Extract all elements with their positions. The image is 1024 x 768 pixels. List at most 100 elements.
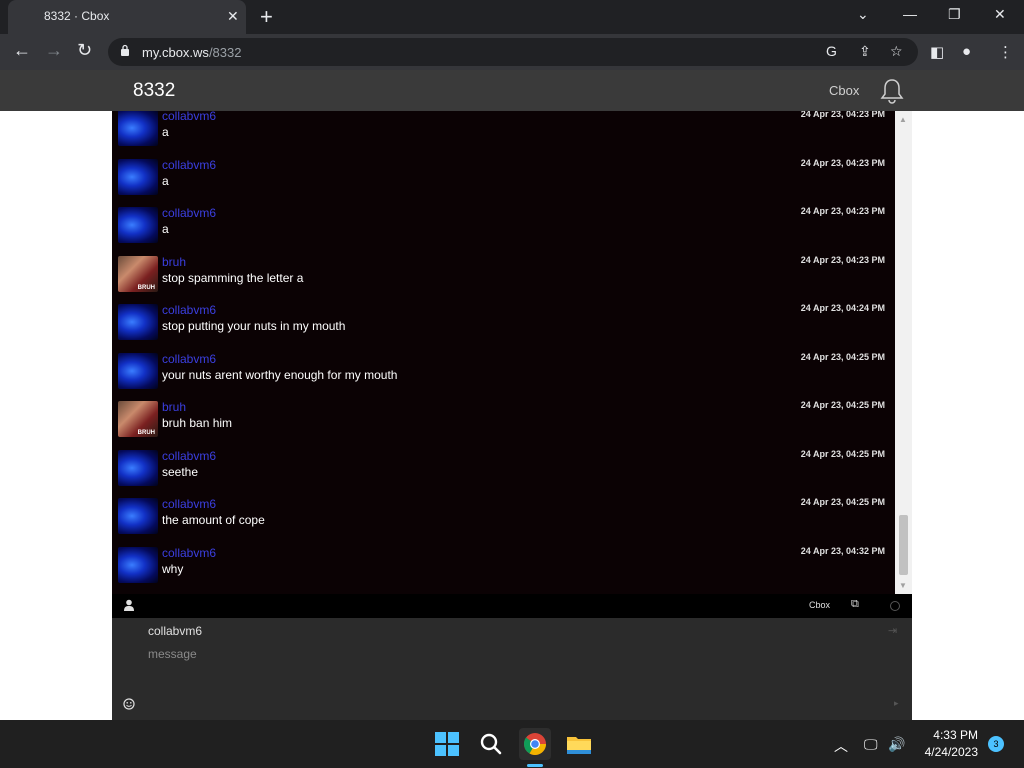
- send-arrow-icon[interactable]: ▸: [894, 698, 899, 709]
- tab-close-icon[interactable]: ✕: [227, 8, 239, 25]
- chat-message: BRUH bruh bruh ban him 24 Apr 23, 04:25 PM: [112, 400, 895, 448]
- emoji-icon[interactable]: [123, 698, 135, 710]
- message-timestamp: 24 Apr 23, 04:24 PM: [800, 303, 885, 313]
- avatar-caption: BRUH: [137, 430, 155, 436]
- chat-message: collabvm6 a 24 Apr 23, 04:23 PM: [112, 206, 895, 254]
- avatar[interactable]: [118, 111, 158, 146]
- page-title: 8332: [133, 80, 176, 101]
- message-text: your nuts arent worthy enough for my mou…: [162, 367, 398, 382]
- message-text: bruh ban him: [162, 416, 233, 430]
- new-tab-icon[interactable]: +: [260, 4, 273, 30]
- message-text: a: [162, 125, 169, 139]
- message-username[interactable]: collabvm6: [162, 546, 216, 560]
- chat-frame: collabvm6 a 24 Apr 23, 04:23 PM collabvm6 a 2…: [112, 111, 912, 720]
- avatar[interactable]: BRUH: [118, 401, 158, 437]
- message-username[interactable]: bruh: [162, 255, 186, 269]
- menu-kebab-icon[interactable]: ⋮: [998, 43, 1013, 61]
- cbox-footer-link[interactable]: Cbox: [809, 600, 830, 610]
- bookmark-star-icon[interactable]: ☆: [890, 43, 903, 60]
- message-timestamp: 24 Apr 23, 04:23 PM: [800, 206, 885, 216]
- notification-badge[interactable]: 3: [988, 736, 1004, 752]
- message-text: stop spamming the letter a: [162, 270, 304, 285]
- google-lens-icon[interactable]: G: [826, 43, 837, 59]
- forward-icon[interactable]: →: [45, 40, 63, 61]
- back-icon[interactable]: ←: [13, 40, 31, 61]
- message-text: a: [162, 173, 169, 188]
- active-app-indicator: [527, 764, 543, 767]
- chat-message: collabvm6 your nuts arent worthy enough f…: [112, 352, 895, 400]
- message-username[interactable]: collabvm6: [162, 303, 216, 317]
- file-explorer-icon[interactable]: [563, 728, 595, 760]
- message-username[interactable]: collabvm6: [162, 497, 216, 511]
- avatar[interactable]: [118, 546, 158, 583]
- message-timestamp: 24 Apr 23, 04:23 PM: [800, 254, 885, 265]
- message-username[interactable]: collabvm6: [162, 352, 216, 366]
- share-icon[interactable]: ⇪: [859, 43, 871, 60]
- network-icon[interactable]: 🖵: [864, 736, 878, 753]
- window-close-icon[interactable]: ✕: [994, 6, 1006, 23]
- volume-icon[interactable]: 🔊: [888, 736, 905, 753]
- chat-message: collabvm6 seethe 24 Apr 23, 04:25 PM: [112, 449, 895, 497]
- browser-toolbar: ← → ↻ my.cbox.ws/8332 G ⇪ ☆ ◧ ● ⋮: [0, 34, 1024, 70]
- composer-username[interactable]: collabvm6: [148, 624, 202, 638]
- chat-message: collabvm6 a 24 Apr 23, 04:23 PM: [112, 111, 895, 157]
- message-timestamp: 24 Apr 23, 04:25 PM: [800, 351, 885, 362]
- message-composer: collabvm6 ⇥ ▸: [112, 618, 912, 720]
- avatar[interactable]: [118, 158, 158, 195]
- message-username[interactable]: collabvm6: [162, 206, 216, 220]
- user-icon[interactable]: [123, 599, 135, 611]
- avatar[interactable]: [118, 352, 158, 389]
- message-username[interactable]: collabvm6: [162, 111, 216, 123]
- windows-start-icon[interactable]: [431, 728, 463, 760]
- browser-tab[interactable]: 8332 · Cbox ✕: [8, 0, 246, 34]
- avatar[interactable]: [118, 449, 158, 486]
- login-icon[interactable]: ⇥: [888, 624, 897, 637]
- address-bar[interactable]: my.cbox.ws/8332 G ⇪ ☆: [108, 38, 918, 66]
- message-timestamp: 24 Apr 23, 04:25 PM: [800, 497, 885, 507]
- clock-date[interactable]: 4/24/2023: [918, 745, 978, 759]
- profile-icon[interactable]: ●: [962, 43, 971, 60]
- chat-status-bar: Cbox ⧉: [112, 594, 912, 618]
- avatar[interactable]: BRUH: [118, 255, 158, 292]
- cbox-header: 8332 Cbox: [0, 70, 1024, 111]
- message-timestamp: 24 Apr 23, 04:25 PM: [800, 400, 885, 410]
- message-list[interactable]: collabvm6 a 24 Apr 23, 04:23 PM collabvm6 a 2…: [112, 111, 895, 594]
- avatar[interactable]: [118, 207, 158, 243]
- reload-icon[interactable]: ↻: [77, 40, 92, 61]
- message-text: the amount of cope: [162, 513, 265, 527]
- avatar-caption: BRUH: [137, 284, 155, 291]
- message-scrollbar[interactable]: ▲ ▼: [895, 111, 912, 594]
- cbox-brand-link[interactable]: Cbox: [829, 83, 859, 98]
- avatar[interactable]: [118, 498, 158, 534]
- windows-taskbar: ︿ 🖵 🔊 4:33 PM 4/24/2023 3: [0, 720, 1024, 768]
- search-icon[interactable]: [475, 728, 507, 760]
- minimize-icon[interactable]: —: [903, 6, 917, 22]
- chrome-icon[interactable]: [519, 728, 551, 760]
- message-text: why: [162, 561, 184, 576]
- message-username[interactable]: bruh: [162, 400, 186, 414]
- message-input[interactable]: [148, 645, 848, 663]
- tab-title: 8332 · Cbox: [44, 9, 110, 23]
- scroll-thumb[interactable]: [899, 515, 908, 575]
- browser-tab-strip: 8332 · Cbox ✕ + ⌄ — ❐ ✕: [0, 0, 1024, 34]
- url-text: my.cbox.ws/8332: [142, 45, 242, 60]
- chat-message: BRUH bruh stop spamming the letter a 24 Apr…: [112, 255, 895, 303]
- message-username[interactable]: collabvm6: [162, 449, 216, 463]
- scroll-down-icon[interactable]: ▼: [899, 581, 907, 590]
- message-text: stop putting your nuts in my mouth: [162, 319, 346, 333]
- scroll-up-icon[interactable]: ▲: [899, 115, 907, 124]
- show-hidden-icons-icon[interactable]: ︿: [834, 736, 848, 756]
- bell-icon[interactable]: [880, 78, 904, 104]
- side-panel-icon[interactable]: ◧: [930, 43, 944, 61]
- message-timestamp: 24 Apr 23, 04:23 PM: [800, 157, 885, 168]
- lock-icon[interactable]: [120, 44, 130, 56]
- message-username[interactable]: collabvm6: [162, 158, 216, 172]
- clock-time[interactable]: 4:33 PM: [930, 728, 978, 742]
- connection-status-icon: [890, 601, 900, 611]
- popout-icon[interactable]: ⧉: [851, 598, 859, 611]
- restore-icon[interactable]: ❐: [948, 6, 961, 23]
- tab-search-chevron-icon[interactable]: ⌄: [857, 6, 869, 23]
- avatar[interactable]: [118, 304, 158, 340]
- message-text: seethe: [162, 464, 199, 479]
- chat-message: collabvm6 why 24 Apr 23, 04:32 PM: [112, 546, 895, 594]
